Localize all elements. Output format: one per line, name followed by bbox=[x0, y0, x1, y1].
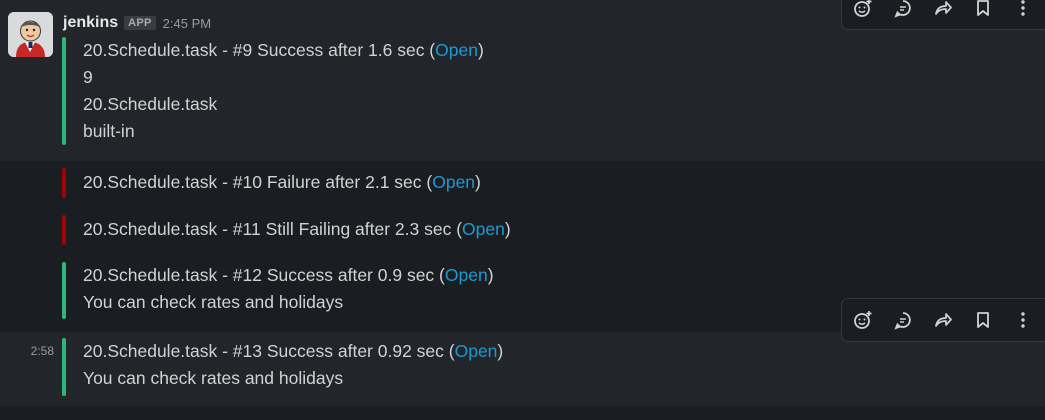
field-value: You can check rates and holidays bbox=[83, 368, 344, 388]
share-button[interactable] bbox=[932, 309, 954, 331]
bookmark-icon bbox=[977, 312, 989, 328]
message-row[interactable]: 20.Schedule.task - #10 Failure after 2.1… bbox=[0, 161, 1045, 208]
attachment-content: 20.Schedule.task - #12 Success after 0.9… bbox=[83, 262, 494, 316]
open-link[interactable]: Open bbox=[435, 40, 478, 60]
attachment-content: 20.Schedule.task - #9 Success after 1.6 … bbox=[83, 37, 484, 145]
share-button[interactable] bbox=[932, 0, 954, 19]
attachment-title: 20.Schedule.task - #11 Still Failing aft… bbox=[83, 219, 511, 239]
reply-in-thread-button[interactable] bbox=[892, 309, 914, 331]
status-bar bbox=[62, 215, 66, 245]
status-bar bbox=[62, 168, 66, 198]
open-link[interactable]: Open bbox=[445, 265, 488, 285]
open-link[interactable]: Open bbox=[455, 341, 498, 361]
more-actions-button[interactable] bbox=[1012, 309, 1034, 331]
message-feed: jenkins APP 2:45 PM 20.Schedule.task - #… bbox=[0, 0, 1045, 420]
attachment-title: 20.Schedule.task - #10 Failure after 2.1… bbox=[83, 172, 481, 192]
attachment-content: 20.Schedule.task - #13 Success after 0.9… bbox=[83, 338, 503, 392]
author-name[interactable]: jenkins bbox=[63, 14, 118, 32]
more-actions-icon bbox=[1021, 312, 1025, 328]
message-row[interactable]: 20.Schedule.task - #11 Still Failing aft… bbox=[0, 208, 1045, 255]
message-header: jenkins APP 2:45 PM bbox=[63, 13, 211, 33]
bookmark-button[interactable] bbox=[972, 309, 994, 331]
message-actions-toolbar bbox=[841, 298, 1045, 342]
reply-in-thread-icon bbox=[894, 312, 911, 330]
field-value: You can check rates and holidays bbox=[83, 292, 344, 312]
more-actions-icon bbox=[1021, 0, 1025, 16]
bookmark-icon bbox=[977, 0, 989, 16]
attachment-title: 20.Schedule.task - #9 Success after 1.6 … bbox=[83, 40, 484, 60]
add-reaction-button[interactable] bbox=[852, 309, 874, 331]
bookmark-button[interactable] bbox=[972, 0, 994, 19]
add-reaction-icon bbox=[854, 311, 872, 329]
more-actions-button[interactable] bbox=[1012, 0, 1034, 19]
avatar[interactable] bbox=[8, 12, 53, 57]
reply-in-thread-icon bbox=[894, 0, 911, 18]
share-icon bbox=[935, 1, 952, 15]
status-bar bbox=[62, 37, 66, 145]
attachment-content: 20.Schedule.task - #11 Still Failing aft… bbox=[83, 216, 511, 243]
message-actions-toolbar bbox=[841, 0, 1045, 30]
field-value: 9 bbox=[83, 67, 93, 87]
message-timestamp[interactable]: 2:45 PM bbox=[163, 16, 211, 31]
add-reaction-button[interactable] bbox=[852, 0, 874, 19]
message-row[interactable]: 2:58 20.Schedule.task - #13 Success afte… bbox=[0, 332, 1045, 406]
field-value: built-in bbox=[83, 121, 135, 141]
status-bar bbox=[62, 338, 66, 396]
attachment-title: 20.Schedule.task - #12 Success after 0.9… bbox=[83, 265, 494, 285]
open-link[interactable]: Open bbox=[462, 219, 505, 239]
status-bar bbox=[62, 262, 66, 319]
open-link[interactable]: Open bbox=[432, 172, 475, 192]
reply-in-thread-button[interactable] bbox=[892, 0, 914, 19]
message-timestamp[interactable]: 2:58 bbox=[0, 344, 54, 358]
app-badge: APP bbox=[124, 16, 156, 30]
attachment-title: 20.Schedule.task - #13 Success after 0.9… bbox=[83, 341, 504, 361]
add-reaction-icon bbox=[854, 0, 872, 17]
attachment-content: 20.Schedule.task - #10 Failure after 2.1… bbox=[83, 169, 481, 196]
share-icon bbox=[935, 313, 952, 327]
field-value: 20.Schedule.task bbox=[83, 94, 218, 114]
